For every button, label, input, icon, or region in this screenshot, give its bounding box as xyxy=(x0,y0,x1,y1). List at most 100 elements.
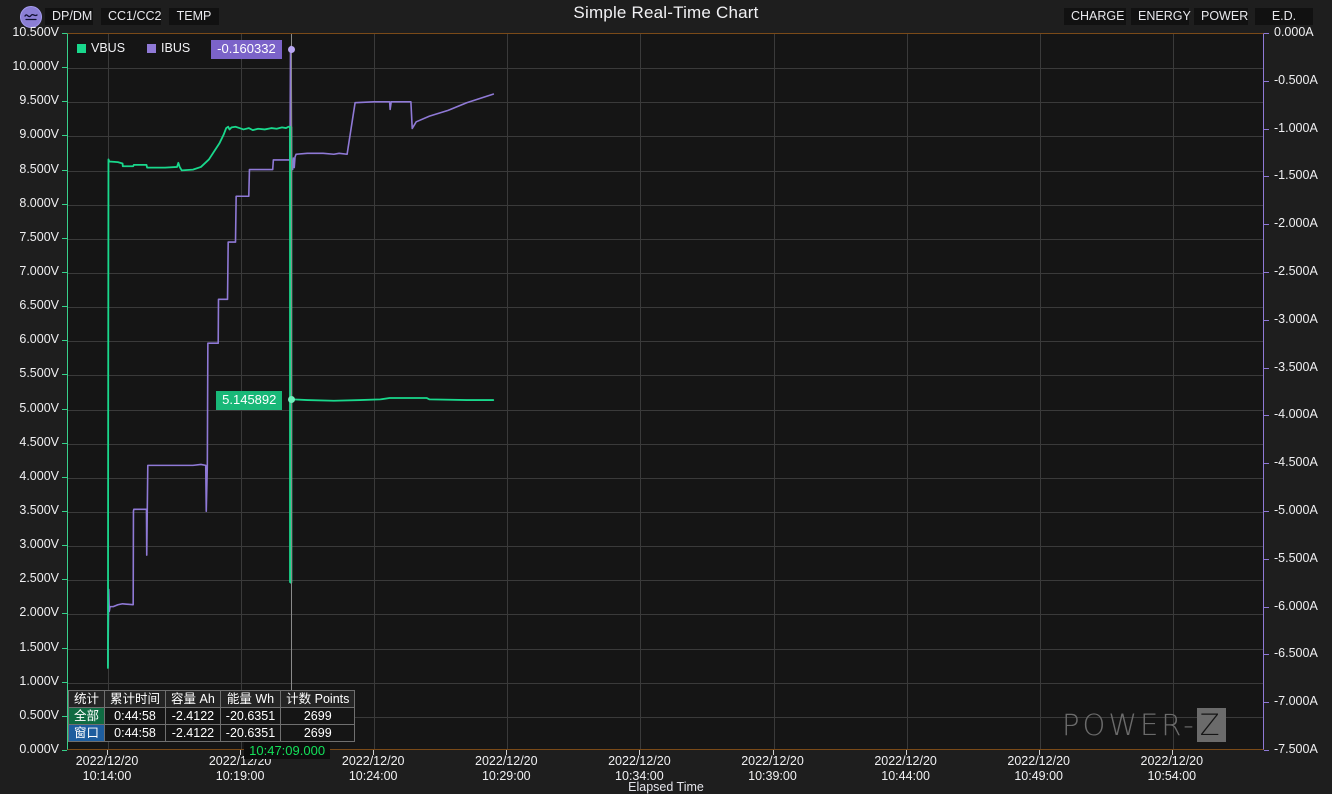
y-axis-tick-mark-right xyxy=(1264,128,1269,130)
y-axis-tick-label-left: 10.500V xyxy=(12,25,59,39)
y-axis-tick-label-left: 8.500V xyxy=(19,161,59,176)
y-axis-tick-mark-right xyxy=(1264,80,1269,82)
col-header-elapsed: 累计时间 xyxy=(104,690,167,708)
y-axis-tick-mark-right xyxy=(1264,272,1269,273)
y-axis-tick-label-left: 2.500V xyxy=(19,571,59,586)
y-axis-tick-label-right: -2.000A xyxy=(1274,216,1318,231)
x-axis-tick-mark xyxy=(1171,750,1173,755)
y-axis-tick-label-left: 9.000V xyxy=(19,127,59,142)
cursor-ibus-value-tag: -0.160332 xyxy=(211,40,282,60)
x-axis-tick-mark xyxy=(639,750,641,755)
y-axis-tick-mark-right xyxy=(1264,319,1269,321)
series-line-ibus xyxy=(107,45,495,667)
tab-energy[interactable]: ENERGY xyxy=(1131,8,1191,25)
y-axis-tick-label-right: -6.500A xyxy=(1274,646,1318,661)
y-axis-tick-label-left: 9.500V xyxy=(19,93,59,108)
y-axis-tick-mark-right xyxy=(1264,367,1269,369)
x-axis-tick-date: 2022/12/20 xyxy=(1007,754,1070,768)
x-axis-tick-mark xyxy=(373,750,375,755)
cell-win-points: 2699 xyxy=(280,724,356,742)
cursor-vbus-value-tag: 5.145892 xyxy=(216,390,283,410)
y-axis-tick-label-left: 1.000V xyxy=(19,673,59,688)
y-axis-tick-label-right: 0.000A xyxy=(1274,25,1314,39)
legend-label-vbus: VBUS xyxy=(91,41,126,55)
y-axis-tick-label-left: 7.000V xyxy=(19,264,59,278)
cursor-vbus-point xyxy=(287,396,295,404)
x-axis-tick-mark xyxy=(506,750,508,755)
x-axis-tick-date: 2022/12/20 xyxy=(874,754,937,768)
simple-real-time-chart-window: Simple Real-Time Chart DP/DM CC1/CC2 TEM… xyxy=(0,0,1332,794)
x-axis-title: Elapsed Time xyxy=(628,780,704,794)
y-axis-tick-label-left: 3.500V xyxy=(19,503,59,517)
tab-temp[interactable]: TEMP xyxy=(169,8,219,25)
tab-cc1-cc2[interactable]: CC1/CC2 xyxy=(101,8,162,25)
cursor-crosshair-line[interactable] xyxy=(291,34,293,749)
x-axis-tick-date: 2022/12/20 xyxy=(741,754,804,768)
x-axis-tick-mark xyxy=(107,750,108,755)
y-axis-tick-label-right: -6.000A xyxy=(1274,598,1318,613)
cell-all-elapsed: 0:44:58 xyxy=(104,707,167,725)
y-axis-tick-mark-right xyxy=(1264,750,1269,751)
row-label-all: 全部 xyxy=(67,707,106,725)
legend-swatch-ibus xyxy=(147,43,157,53)
y-axis-tick-label-left: 4.500V xyxy=(19,434,59,449)
y-axis-tick-mark-right xyxy=(1264,511,1269,512)
col-header-capacity: 容量 Ah xyxy=(165,690,221,708)
y-axis-tick-label-right: -3.000A xyxy=(1274,311,1318,326)
y-axis-tick-label-right: -4.000A xyxy=(1274,407,1318,422)
y-axis-tick-label-left: 5.500V xyxy=(19,366,59,381)
y-axis-tick-label-right: -7.000A xyxy=(1274,694,1318,709)
table-row: 窗口 0:44:58 -2.4122 -20.6351 2699 xyxy=(67,724,356,742)
y-axis-tick-label-left: 6.000V xyxy=(19,332,59,347)
x-axis-tick-date: 2022/12/20 xyxy=(75,754,139,768)
y-axis-tick-mark-right xyxy=(1264,654,1269,656)
y-axis-tick-mark-right xyxy=(1264,224,1269,226)
y-axis-tick-label-right: -1.000A xyxy=(1274,120,1318,135)
cursor-time-label: 10:47:09.000 xyxy=(244,742,331,759)
cell-win-capacity: -2.4122 xyxy=(165,724,221,742)
cursor-ibus-point xyxy=(287,45,295,53)
y-axis-tick-label-right: -5.500A xyxy=(1274,550,1318,565)
tab-power[interactable]: POWER xyxy=(1194,8,1248,25)
x-axis-tick-date: 2022/12/20 xyxy=(1140,754,1204,768)
row-label-window: 窗口 xyxy=(67,724,106,742)
y-axis-tick-label-right: -2.500A xyxy=(1274,264,1318,278)
x-axis-tick-date: 2022/12/20 xyxy=(608,754,671,768)
voltage-axis-left: 10.500V 10.000V 9.500V 9.000V 8.500V 8.000V 7.… xyxy=(0,0,67,794)
x-axis-tick-date: 2022/12/20 xyxy=(475,754,538,768)
series-line-vbus xyxy=(107,125,495,669)
y-axis-tick-label-right: -0.500A xyxy=(1274,72,1318,87)
title-bar: Simple Real-Time Chart DP/DM CC1/CC2 TEM… xyxy=(0,0,1332,30)
y-axis-tick-label-left: 0.500V xyxy=(19,707,59,722)
cell-win-energy: -20.6351 xyxy=(219,724,282,742)
y-axis-tick-label-left: 5.000V xyxy=(19,400,59,415)
y-axis-tick-label-left: 7.500V xyxy=(19,229,59,244)
legend-item-vbus[interactable]: VBUS xyxy=(77,41,125,55)
y-axis-tick-mark-right xyxy=(1264,702,1269,704)
col-header-stat: 统计 xyxy=(67,690,106,708)
tab-charge[interactable]: CHARGE xyxy=(1064,8,1126,25)
y-axis-tick-mark-right xyxy=(1264,463,1269,465)
cell-win-elapsed: 0:44:58 xyxy=(104,724,167,742)
y-axis-tick-mark-right xyxy=(1264,415,1269,417)
x-axis-tick-mark xyxy=(905,750,907,755)
x-axis-tick-mark xyxy=(772,750,774,755)
table-header-row: 统计 累计时间 容量 Ah 能量 Wh 计数 Points xyxy=(67,690,356,708)
legend-label-ibus: IBUS xyxy=(161,41,191,55)
chart-legend: VBUS IBUS xyxy=(77,41,190,55)
x-axis-tick-date: 2022/12/20 xyxy=(341,754,405,768)
cell-all-capacity: -2.4122 xyxy=(165,707,221,725)
y-axis-tick-label-right: -5.000A xyxy=(1274,503,1318,517)
legend-item-ibus[interactable]: IBUS xyxy=(147,41,190,55)
x-axis-tick-mark xyxy=(1038,750,1040,755)
statistics-table: 统计 累计时间 容量 Ah 能量 Wh 计数 Points 全部 0:44:58… xyxy=(67,690,356,742)
col-header-points: 计数 Points xyxy=(280,690,356,708)
chart-plot-area[interactable]: -0.160332 5.145892 xyxy=(67,33,1264,750)
y-axis-tick-label-right: -3.500A xyxy=(1274,359,1318,374)
y-axis-tick-label-left: 10.000V xyxy=(12,59,59,74)
col-header-energy: 能量 Wh xyxy=(219,690,282,708)
y-axis-tick-mark-right xyxy=(1264,558,1269,560)
x-axis-tick-mark xyxy=(240,750,242,755)
y-axis-tick-label-left: 8.000V xyxy=(19,195,59,210)
cell-all-energy: -20.6351 xyxy=(219,707,282,725)
